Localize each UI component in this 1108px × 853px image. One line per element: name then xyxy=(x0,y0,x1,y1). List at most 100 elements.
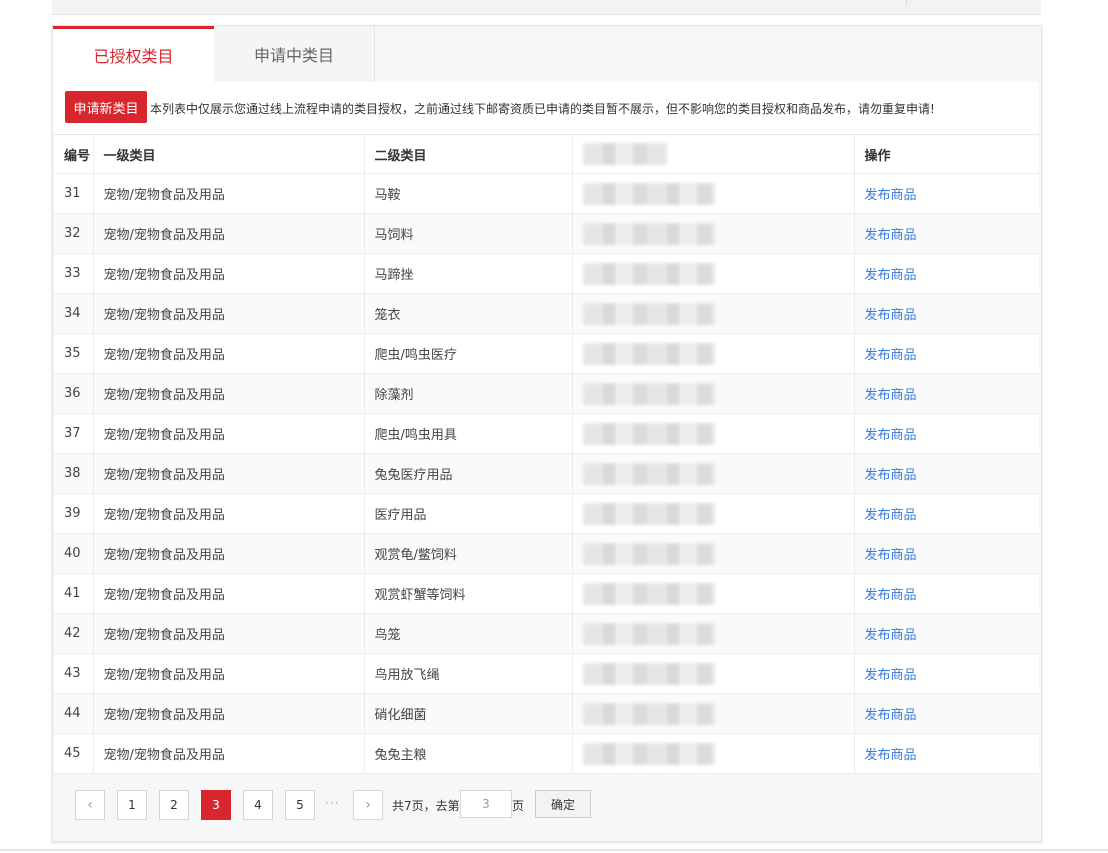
cell-level1-text: 宠物/宠物食品及用品 xyxy=(103,308,225,323)
cell-operation: 发布商品 xyxy=(853,453,1039,494)
next-page-button[interactable]: › xyxy=(353,790,383,820)
redacted-content xyxy=(582,622,715,645)
cell-level1: 宠物/宠物食品及用品 xyxy=(92,453,364,494)
redacted-content xyxy=(582,182,715,205)
cell-id-text: 37 xyxy=(64,426,81,441)
cell-level2: 马蹄挫 xyxy=(363,253,572,294)
category-table: 编号 一级类目 二级类目 操作 31 宠物/宠物食品及用品 马鞍 发布商品 32 宠物/宠… xyxy=(54,135,1039,774)
redacted-content xyxy=(582,542,715,565)
cell-id: 35 xyxy=(54,333,93,374)
publish-product-link[interactable]: 发布商品 xyxy=(865,508,917,523)
cell-level2-text: 观赏龟/鳖饲料 xyxy=(374,548,457,563)
cell-redacted xyxy=(571,613,854,654)
cell-operation: 发布商品 xyxy=(853,373,1039,414)
cell-operation: 发布商品 xyxy=(853,653,1039,694)
cell-operation: 发布商品 xyxy=(853,253,1039,294)
cell-redacted xyxy=(571,533,854,574)
cell-id-text: 42 xyxy=(64,626,81,641)
cell-operation: 发布商品 xyxy=(853,733,1039,774)
cell-level2-text: 马饲料 xyxy=(374,228,414,243)
redacted-content xyxy=(582,422,715,445)
cell-operation: 发布商品 xyxy=(853,213,1039,254)
cell-redacted xyxy=(571,373,854,414)
top-bar-divider xyxy=(906,0,907,6)
table-row: 37 宠物/宠物食品及用品 爬虫/鸣虫用具 发布商品 xyxy=(54,413,1039,454)
goto-page-input[interactable] xyxy=(460,790,512,818)
cell-id: 44 xyxy=(54,693,93,734)
publish-product-link[interactable]: 发布商品 xyxy=(865,628,917,643)
page-button-1[interactable]: 1 xyxy=(117,790,147,820)
publish-product-link[interactable]: 发布商品 xyxy=(865,468,917,483)
publish-product-link[interactable]: 发布商品 xyxy=(865,308,917,323)
cell-redacted xyxy=(571,333,854,374)
redacted-content xyxy=(582,342,715,365)
cell-level2-text: 鸟用放飞绳 xyxy=(374,668,440,683)
publish-product-link[interactable]: 发布商品 xyxy=(865,388,917,403)
cell-id: 33 xyxy=(54,253,93,294)
cell-level1: 宠物/宠物食品及用品 xyxy=(92,293,364,334)
cell-level1-text: 宠物/宠物食品及用品 xyxy=(103,628,225,643)
publish-product-link[interactable]: 发布商品 xyxy=(865,668,917,683)
cell-level1-text: 宠物/宠物食品及用品 xyxy=(103,748,225,763)
cell-redacted xyxy=(571,653,854,694)
publish-product-link[interactable]: 发布商品 xyxy=(865,268,917,283)
cell-level1: 宠物/宠物食品及用品 xyxy=(92,573,364,614)
redacted-content xyxy=(582,702,715,725)
cell-level2: 除藻剂 xyxy=(363,373,572,414)
page-unit-text: 页 xyxy=(512,799,525,813)
cell-redacted xyxy=(571,693,854,734)
cell-id-text: 43 xyxy=(64,666,81,681)
cell-level1: 宠物/宠物食品及用品 xyxy=(92,693,364,734)
publish-product-link[interactable]: 发布商品 xyxy=(865,348,917,363)
cell-level2: 观赏龟/鳖饲料 xyxy=(363,533,572,574)
pagination-ellipsis: ··· xyxy=(325,796,340,810)
cell-level1: 宠物/宠物食品及用品 xyxy=(92,413,364,454)
page-button-5[interactable]: 5 xyxy=(285,790,315,820)
publish-product-link[interactable]: 发布商品 xyxy=(865,188,917,203)
total-pages-text: 共7页，去第 xyxy=(392,799,460,813)
cell-level2-text: 笼衣 xyxy=(374,308,401,323)
publish-product-link[interactable]: 发布商品 xyxy=(865,708,917,723)
cell-id-text: 45 xyxy=(64,746,81,761)
publish-product-link[interactable]: 发布商品 xyxy=(865,428,917,443)
confirm-goto-button[interactable]: 确定 xyxy=(535,790,591,818)
cell-level2: 鸟用放飞绳 xyxy=(363,653,572,694)
tab-pending[interactable]: 申请中类目 xyxy=(214,26,375,82)
prev-page-button[interactable]: ‹ xyxy=(75,790,105,820)
cell-level2-text: 马蹄挫 xyxy=(374,268,414,283)
cell-level1-text: 宠物/宠物食品及用品 xyxy=(103,428,225,443)
cell-level1-text: 宠物/宠物食品及用品 xyxy=(103,468,225,483)
table-body: 31 宠物/宠物食品及用品 马鞍 发布商品 32 宠物/宠物食品及用品 马饲料 发布商品 33 宠… xyxy=(54,173,1039,774)
cell-id-text: 34 xyxy=(64,306,81,321)
redacted-content xyxy=(582,742,715,765)
cell-redacted xyxy=(571,413,854,454)
cell-id-text: 40 xyxy=(64,546,81,561)
apply-new-category-button[interactable]: 申请新类目 xyxy=(65,91,147,123)
cell-level2-text: 兔兔主粮 xyxy=(374,748,427,763)
publish-product-link[interactable]: 发布商品 xyxy=(865,748,917,763)
cell-id-text: 32 xyxy=(64,226,81,241)
cell-id: 39 xyxy=(54,493,93,534)
cell-level2-text: 鸟笼 xyxy=(374,628,401,643)
page-button-2[interactable]: 2 xyxy=(159,790,189,820)
redacted-content xyxy=(582,382,715,405)
cell-operation: 发布商品 xyxy=(853,613,1039,654)
cell-level2: 爬虫/鸣虫医疗 xyxy=(363,333,572,374)
redacted-content xyxy=(582,262,715,285)
table-row: 38 宠物/宠物食品及用品 兔兔医疗用品 发布商品 xyxy=(54,453,1039,494)
publish-product-link[interactable]: 发布商品 xyxy=(865,588,917,603)
table-row: 36 宠物/宠物食品及用品 除藻剂 发布商品 xyxy=(54,373,1039,414)
cell-level2: 鸟笼 xyxy=(363,613,572,654)
tab-authorized[interactable]: 已授权类目 xyxy=(53,26,214,82)
page-button-4[interactable]: 4 xyxy=(243,790,273,820)
top-bar xyxy=(52,0,1041,15)
bottom-divider xyxy=(0,849,1108,851)
redacted-content xyxy=(582,502,715,525)
header-level2: 二级类目 xyxy=(363,135,572,174)
publish-product-link[interactable]: 发布商品 xyxy=(865,228,917,243)
cell-id: 31 xyxy=(54,173,93,214)
publish-product-link[interactable]: 发布商品 xyxy=(865,548,917,563)
cell-id-text: 44 xyxy=(64,706,81,721)
cell-id: 45 xyxy=(54,733,93,774)
page-button-3[interactable]: 3 xyxy=(201,790,231,820)
